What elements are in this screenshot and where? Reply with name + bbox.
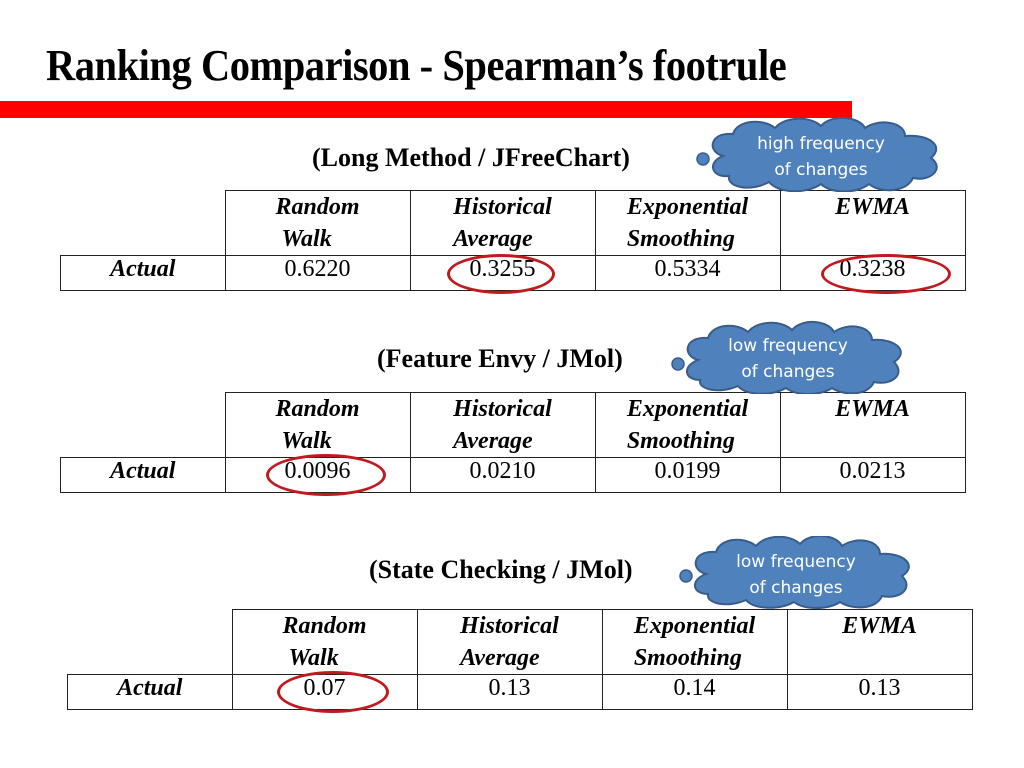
table-header-row: Random Walk Historical Average Exponentia… [67, 609, 973, 675]
value-cell-random-walk: 0.0096 [224, 454, 411, 496]
row-label-actual: Actual [60, 255, 226, 291]
results-table-feature-envy: Random Walk Historical Average Exponentia… [60, 392, 966, 496]
table-row: Actual 0.0096 0.0210 0.0199 0.0213 [60, 454, 966, 496]
column-header-random-walk: Random Walk [231, 609, 418, 675]
table-2-caption: (Feature Envy / JMol) [377, 344, 623, 373]
column-header-exponential-smoothing: Exponential Smoothing [601, 609, 788, 675]
callout-text-line2: of changes [749, 578, 843, 598]
value-cell-exponential-smoothing: 0.0199 [594, 457, 781, 493]
column-header-ewma: EWMA [779, 190, 966, 256]
table-1-caption: (Long Method / JFreeChart) [312, 143, 630, 172]
results-table-state-checking: Random Walk Historical Average Exponentia… [67, 609, 973, 713]
callout-text-line1: high frequency [757, 134, 885, 154]
value-cell-exponential-smoothing: 0.14 [601, 674, 788, 710]
callout-text-line2: of changes [774, 160, 868, 180]
column-header-historical-average: Historical Average [409, 392, 596, 458]
table-row: Actual 0.6220 0.3255 0.5334 0.3238 [60, 254, 966, 294]
column-header-ewma: EWMA [786, 609, 973, 675]
value-cell-random-walk: 0.07 [231, 671, 418, 713]
column-header-random-walk: Random Walk [224, 392, 411, 458]
callout-text-line2: of changes [741, 362, 835, 382]
callout-cloud-high-frequency: high frequency of changes [693, 116, 949, 192]
callout-text-line1: low frequency [736, 552, 856, 572]
column-header-exponential-smoothing: Exponential Smoothing [594, 392, 781, 458]
value-cell-ewma: 0.3238 [779, 254, 966, 294]
value-cell-exponential-smoothing: 0.5334 [594, 255, 781, 291]
value-cell-historical-average: 0.0210 [409, 457, 596, 493]
row-label-actual: Actual [60, 457, 226, 493]
results-table-long-method: Random Walk Historical Average Exponentia… [60, 190, 966, 294]
value-cell-random-walk: 0.6220 [224, 255, 411, 291]
table-header-row: Random Walk Historical Average Exponentia… [60, 392, 966, 458]
value-cell-ewma: 0.0213 [779, 457, 966, 493]
callout-cloud-low-frequency: low frequency of changes [676, 536, 916, 612]
row-label-actual: Actual [67, 674, 233, 710]
table-row: Actual 0.07 0.13 0.14 0.13 [67, 671, 973, 713]
column-header-historical-average: Historical Average [409, 190, 596, 256]
column-header-ewma: EWMA [779, 392, 966, 458]
column-header-exponential-smoothing: Exponential Smoothing [594, 190, 781, 256]
callout-text-line1: low frequency [728, 336, 848, 356]
slide-title: Ranking Comparison - Spearman’s footrule [46, 41, 787, 90]
column-header-random-walk: Random Walk [224, 190, 411, 256]
value-cell-ewma: 0.13 [786, 674, 973, 710]
callout-cloud-low-frequency: low frequency of changes [668, 318, 908, 394]
table-header-row: Random Walk Historical Average Exponentia… [60, 190, 966, 256]
column-header-historical-average: Historical Average [416, 609, 603, 675]
value-cell-historical-average: 0.3255 [409, 254, 596, 294]
value-cell-historical-average: 0.13 [416, 674, 603, 710]
table-3-caption: (State Checking / JMol) [369, 555, 633, 584]
